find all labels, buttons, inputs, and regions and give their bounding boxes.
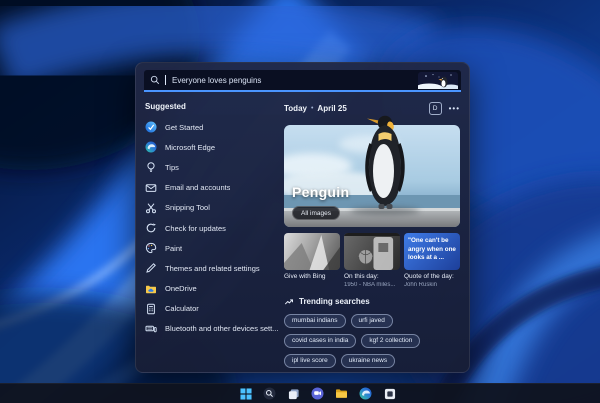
pinned-app-icon[interactable]: [383, 387, 396, 400]
dot-separator: •: [310, 105, 314, 112]
search-icon: [150, 75, 160, 85]
desktop: Everyone loves penguins Suggested Get St…: [0, 0, 600, 403]
trending-searches-section: Trending searches mumbai indians urfi ja…: [284, 297, 460, 368]
feed-cards-row: Give with Bing On this day: 1950 - NBA m…: [284, 233, 460, 288]
card-caption: Quote of the day:: [404, 273, 454, 280]
give-with-bing-photo: [284, 233, 340, 270]
suggested-item-label: Tips: [165, 162, 179, 172]
trending-chip[interactable]: ipl live score: [284, 353, 336, 368]
suggested-item-get-started[interactable]: Get Started: [145, 117, 284, 137]
suggested-title: Suggested: [145, 102, 186, 111]
quote-text: "One can't be angry when one looks at a …: [408, 237, 456, 261]
card-quote-of-the-day[interactable]: "One can't be angry when one looks at a …: [404, 233, 460, 288]
suggested-item-label: Email and accounts: [165, 183, 231, 193]
card-subcaption: John Ruskin: [404, 281, 438, 288]
hero-title: Penguin: [292, 184, 350, 200]
trending-chip[interactable]: kgf 2 collection: [361, 333, 421, 348]
search-query-text: Everyone loves penguins: [172, 75, 262, 85]
suggested-item-paint[interactable]: Paint: [145, 238, 284, 258]
card-subcaption: 1950 - NBA miles...: [344, 281, 396, 288]
trending-up-icon: [284, 298, 293, 304]
suggested-item-bluetooth-devices[interactable]: Bluetooth and other devices sett...: [145, 319, 284, 339]
suggested-item-label: Paint: [165, 243, 183, 253]
penguin-illustration: [365, 115, 405, 209]
start-button[interactable]: [239, 387, 252, 400]
today-header: Today • April 25 D •••: [284, 102, 460, 115]
today-section: Today • April 25 D ••• Penguin All image…: [284, 92, 460, 368]
paint-icon: [145, 242, 157, 254]
file-explorer-icon[interactable]: [335, 387, 348, 400]
suggested-item-label: Bluetooth and other devices sett...: [165, 324, 279, 334]
card-caption: On this day:: [344, 273, 379, 280]
quote-card-background: "One can't be angry when one looks at a …: [404, 233, 460, 270]
updates-icon: [145, 222, 157, 234]
suggested-item-check-for-updates[interactable]: Check for updates: [145, 218, 284, 238]
taskbar: [0, 383, 600, 403]
suggested-item-microsoft-edge[interactable]: Microsoft Edge: [145, 137, 284, 157]
profile-badge[interactable]: D: [428, 102, 442, 115]
themes-icon: [145, 262, 157, 274]
trending-chips: mumbai indians urfi javed covid cases in…: [284, 313, 460, 368]
more-options-icon[interactable]: •••: [449, 104, 460, 113]
suggested-item-label: Get Started: [165, 122, 204, 132]
card-give-with-bing[interactable]: Give with Bing: [284, 233, 340, 288]
bluetooth-devices-icon: [145, 323, 157, 335]
penguin-doodle-icon: [418, 71, 458, 89]
trending-chip[interactable]: ukraine news: [340, 353, 396, 368]
suggested-item-email-accounts[interactable]: Email and accounts: [145, 178, 284, 198]
card-caption: Give with Bing: [284, 273, 326, 280]
on-this-day-photo: [344, 233, 400, 270]
search-flyout-panel: Everyone loves penguins Suggested Get St…: [135, 62, 470, 373]
text-cursor: [165, 75, 166, 85]
suggested-item-label: Snipping Tool: [165, 203, 210, 213]
suggested-section: Suggested Get Started Microsoft Edge Tip…: [145, 92, 284, 368]
all-images-button[interactable]: All images: [292, 206, 340, 220]
card-on-this-day[interactable]: On this day: 1950 - NBA miles...: [344, 233, 400, 288]
tips-icon: [145, 161, 157, 173]
edge-icon: [145, 141, 157, 153]
suggested-item-label: Check for updates: [165, 223, 226, 233]
chat-icon[interactable]: [311, 387, 324, 400]
search-input[interactable]: Everyone loves penguins: [144, 70, 461, 92]
get-started-icon: [145, 121, 157, 133]
today-date: April 25: [317, 104, 347, 113]
suggested-item-themes-settings[interactable]: Themes and related settings: [145, 258, 284, 278]
taskbar-edge-icon[interactable]: [359, 387, 372, 400]
calculator-icon: [145, 303, 157, 315]
hero-penguin-card[interactable]: Penguin All images: [284, 115, 460, 227]
snipping-tool-icon: [145, 202, 157, 214]
suggested-item-label: Calculator: [165, 304, 199, 314]
suggested-item-calculator[interactable]: Calculator: [145, 299, 284, 319]
suggested-item-snipping-tool[interactable]: Snipping Tool: [145, 198, 284, 218]
suggested-item-onedrive[interactable]: OneDrive: [145, 279, 284, 299]
taskbar-search-icon[interactable]: [263, 387, 276, 400]
trending-chip[interactable]: mumbai indians: [284, 313, 346, 328]
email-icon: [145, 182, 157, 194]
trending-chip[interactable]: urfi javed: [350, 313, 393, 328]
trending-title: Trending searches: [299, 297, 370, 306]
onedrive-icon: [145, 283, 157, 295]
suggested-item-label: OneDrive: [165, 284, 197, 294]
suggested-item-label: Microsoft Edge: [165, 142, 216, 152]
suggested-item-label: Themes and related settings: [165, 263, 260, 273]
trending-chip[interactable]: covid cases in india: [284, 333, 357, 348]
suggested-item-tips[interactable]: Tips: [145, 157, 284, 177]
today-label: Today: [284, 104, 307, 113]
task-view-icon[interactable]: [287, 387, 300, 400]
